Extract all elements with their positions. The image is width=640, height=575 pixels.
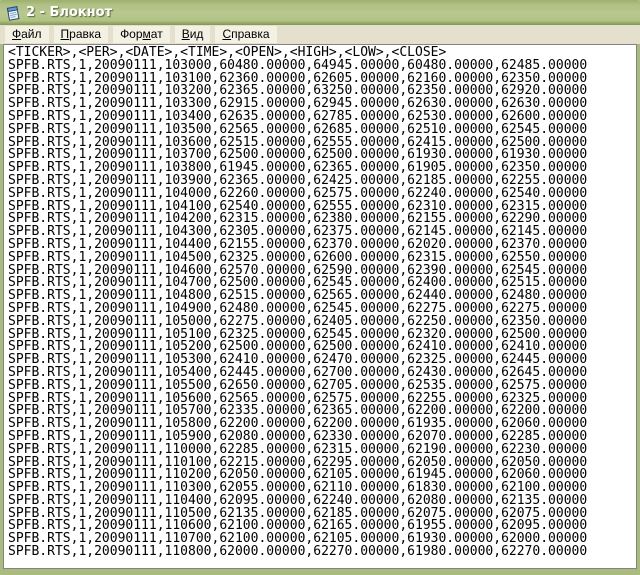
menu-bar: Файл Правка Формат Вид Справка — [0, 25, 640, 44]
notepad-window: 2 - Блокнот Файл Правка Формат Вид Справ… — [0, 0, 640, 575]
text-editor[interactable]: <TICKER>,<PER>,<DATE>,<TIME>,<OPEN>,<HIG… — [3, 44, 637, 569]
menu-item-format[interactable]: Формат — [113, 26, 170, 43]
menu-item-edit[interactable]: Правка — [53, 26, 109, 43]
titlebar[interactable]: 2 - Блокнот — [0, 0, 640, 25]
window-title: 2 - Блокнот — [26, 5, 113, 20]
text-line: SPFB.RTS,1,20090111,110800,62000.00000,6… — [8, 544, 588, 560]
menu-item-view[interactable]: Вид — [174, 26, 211, 43]
notepad-icon[interactable] — [5, 5, 21, 21]
text-content: <TICKER>,<PER>,<DATE>,<TIME>,<OPEN>,<HIG… — [4, 45, 636, 559]
menu-item-file[interactable]: Файл — [5, 26, 49, 43]
menu-item-help[interactable]: Справка — [215, 26, 277, 43]
